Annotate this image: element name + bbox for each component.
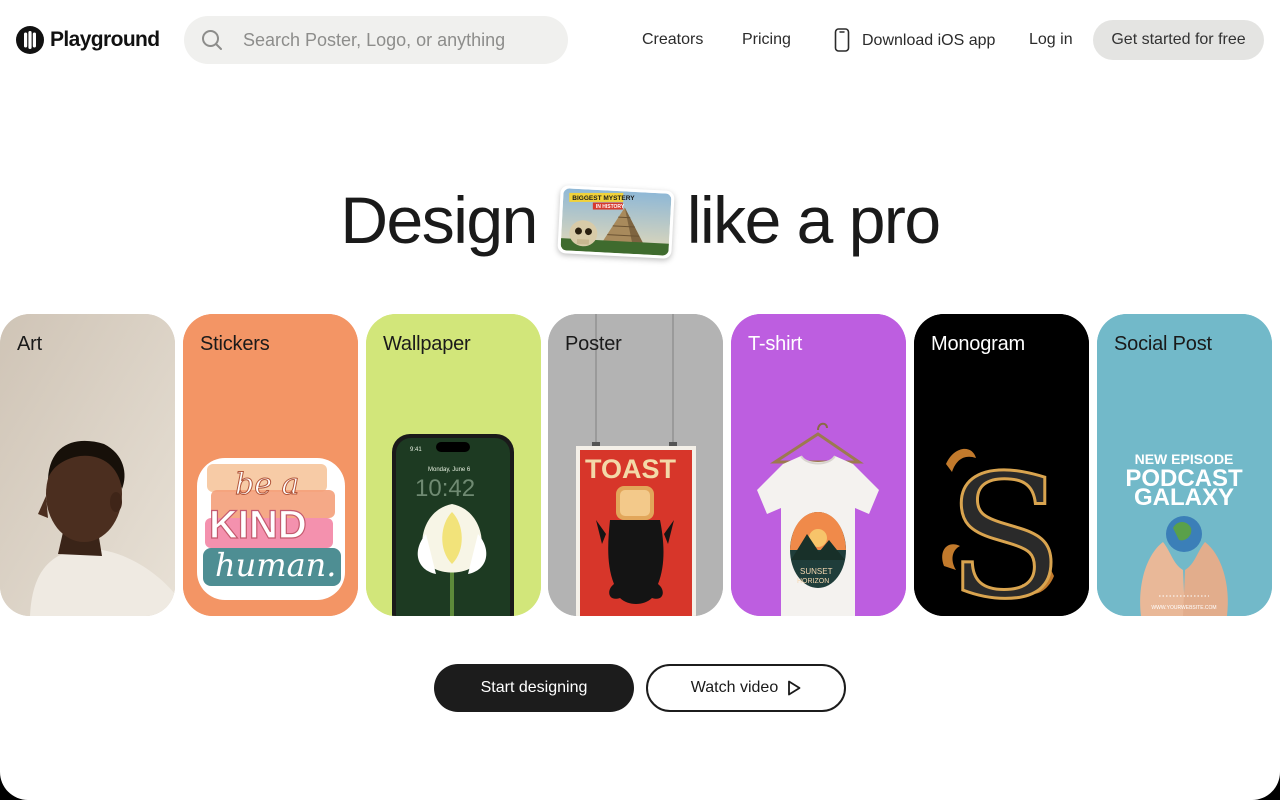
card-stickers-label: Stickers [200, 333, 270, 355]
brand-name: Playground [50, 28, 160, 51]
playground-logo-icon [16, 26, 44, 54]
sticker-text-1: be a [235, 467, 299, 502]
social-footer: WWW.YOURWEBSITE.COM [1151, 605, 1216, 611]
page: Playground Creators Pricing Download iOS… [0, 0, 1280, 800]
search-input[interactable] [243, 29, 553, 51]
sticker-text-3: human. [215, 546, 336, 584]
nav-creators[interactable]: Creators [642, 30, 703, 50]
nav-download-ios[interactable]: Download iOS app [834, 28, 996, 52]
card-wallpaper-label: Wallpaper [383, 333, 471, 355]
card-wallpaper[interactable]: 9:41 Monday, June 6 10:42 Wallpaper [366, 314, 541, 616]
phone-icon [834, 28, 850, 52]
wallpaper-time: 10:42 [415, 475, 475, 502]
hero-word-design: Design [340, 183, 538, 257]
sticker-text-2: KIND [209, 503, 307, 547]
nav-login[interactable]: Log in [1029, 30, 1073, 50]
toast-poster-image: TOAST [548, 314, 723, 616]
hero-headline: Design BIGGEST MYSTERY IN HISTORY like a… [0, 176, 1280, 264]
card-tshirt-label: T-shirt [748, 333, 803, 355]
search-bar[interactable] [184, 16, 568, 64]
tshirt-image: SUNSET HORIZON [731, 314, 906, 616]
portrait-image [0, 314, 175, 616]
hero-word-like-a-pro: like a pro [686, 183, 941, 257]
nav-pricing[interactable]: Pricing [742, 30, 791, 50]
podcast-social-image: NEW EPISODE PODCAST GALAXY WWW.YOURWEBSI… [1097, 314, 1272, 616]
monogram-image: S [914, 314, 1089, 616]
nav-download-ios-label: Download iOS app [862, 32, 996, 49]
card-monogram[interactable]: S Monogram [914, 314, 1089, 616]
card-monogram-label: Monogram [931, 333, 1025, 355]
social-text-3: GALAXY [1134, 484, 1234, 511]
tshirt-text-1: SUNSET [800, 567, 833, 576]
wallpaper-date: Monday, June 6 [428, 467, 471, 473]
card-poster-label: Poster [565, 333, 622, 355]
poster-title: TOAST [585, 454, 677, 484]
brand-logo[interactable]: Playground [16, 26, 160, 54]
phone-wallpaper-image: 9:41 Monday, June 6 10:42 [366, 314, 541, 616]
thumb-text-1: BIGGEST MYSTERY [572, 195, 635, 202]
hero-thumbnail: BIGGEST MYSTERY IN HISTORY [557, 185, 675, 259]
kind-sticker-image: be a KIND human. [183, 314, 358, 616]
wallpaper-status: 9:41 [410, 447, 422, 453]
watch-video-button[interactable]: Watch video [646, 664, 846, 712]
start-designing-button[interactable]: Start designing [434, 664, 634, 712]
category-cards: Art be a KIND human. Stickers 9:41 Monda… [0, 314, 1280, 616]
monogram-letter: S [947, 439, 1063, 616]
card-social-post-label: Social Post [1114, 333, 1212, 355]
pyramid-thumbnail-image: BIGGEST MYSTERY IN HISTORY [560, 188, 672, 256]
card-stickers[interactable]: be a KIND human. Stickers [183, 314, 358, 616]
play-icon [788, 680, 801, 696]
card-poster[interactable]: TOAST Poster [548, 314, 723, 616]
search-icon [202, 30, 222, 50]
card-tshirt[interactable]: SUNSET HORIZON T-shirt [731, 314, 906, 616]
watch-video-label: Watch video [690, 679, 779, 696]
header: Playground Creators Pricing Download iOS… [0, 0, 1280, 80]
card-social-post[interactable]: NEW EPISODE PODCAST GALAXY WWW.YOURWEBSI… [1097, 314, 1272, 616]
get-started-button[interactable]: Get started for free [1093, 20, 1264, 60]
tshirt-text-2: HORIZON [797, 578, 829, 585]
card-art[interactable]: Art [0, 314, 175, 616]
thumb-text-2: IN HISTORY [596, 204, 625, 210]
card-art-label: Art [17, 333, 42, 355]
